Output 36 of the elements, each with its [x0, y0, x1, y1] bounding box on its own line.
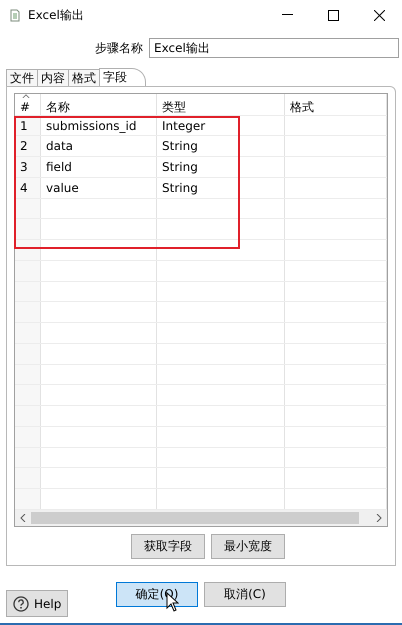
sort-icon	[22, 94, 30, 98]
scroll-left-icon[interactable]	[20, 514, 26, 522]
table-action-button[interactable]: 获取字段	[131, 534, 205, 559]
tab[interactable]: 内容	[37, 69, 69, 86]
table-cell: String	[157, 136, 285, 156]
scroll-right-icon[interactable]	[376, 514, 382, 522]
table-cell: String	[157, 178, 285, 198]
horizontal-scrollbar[interactable]	[15, 510, 387, 526]
column-header[interactable]: #	[15, 94, 41, 115]
table-cell: Integer	[157, 116, 285, 136]
maximize-icon	[328, 10, 338, 20]
table-cell: field	[41, 157, 157, 177]
scrollbar-thumb[interactable]	[31, 512, 359, 524]
document-icon	[10, 8, 20, 22]
table-cell: String	[157, 157, 285, 177]
dialog-button[interactable]: 取消(C)	[204, 582, 286, 607]
close-icon	[374, 10, 384, 20]
help-button[interactable]: Help	[6, 590, 68, 617]
row-number: 4	[15, 178, 41, 198]
row-number: 3	[15, 157, 41, 177]
step-name-field[interactable]: Excel输出	[149, 38, 399, 58]
window-title: Excel输出	[28, 6, 85, 24]
table-action-button[interactable]: 最小宽度	[211, 534, 285, 559]
column-header[interactable]: 格式	[285, 94, 387, 115]
help-icon	[13, 596, 29, 612]
column-header[interactable]: 名称	[41, 94, 157, 115]
tab[interactable]: 字段	[99, 68, 146, 86]
row-number: 2	[15, 136, 41, 156]
column-header[interactable]: 类型	[157, 94, 285, 115]
table-cell: value	[41, 178, 157, 198]
table-cell: data	[41, 136, 157, 156]
minimize-icon	[282, 14, 292, 16]
step-name-label: 步骤名称	[95, 40, 143, 56]
table-cell: submissions_id	[41, 116, 157, 136]
tab[interactable]: 文件	[6, 69, 38, 86]
tab[interactable]: 格式	[68, 69, 100, 86]
